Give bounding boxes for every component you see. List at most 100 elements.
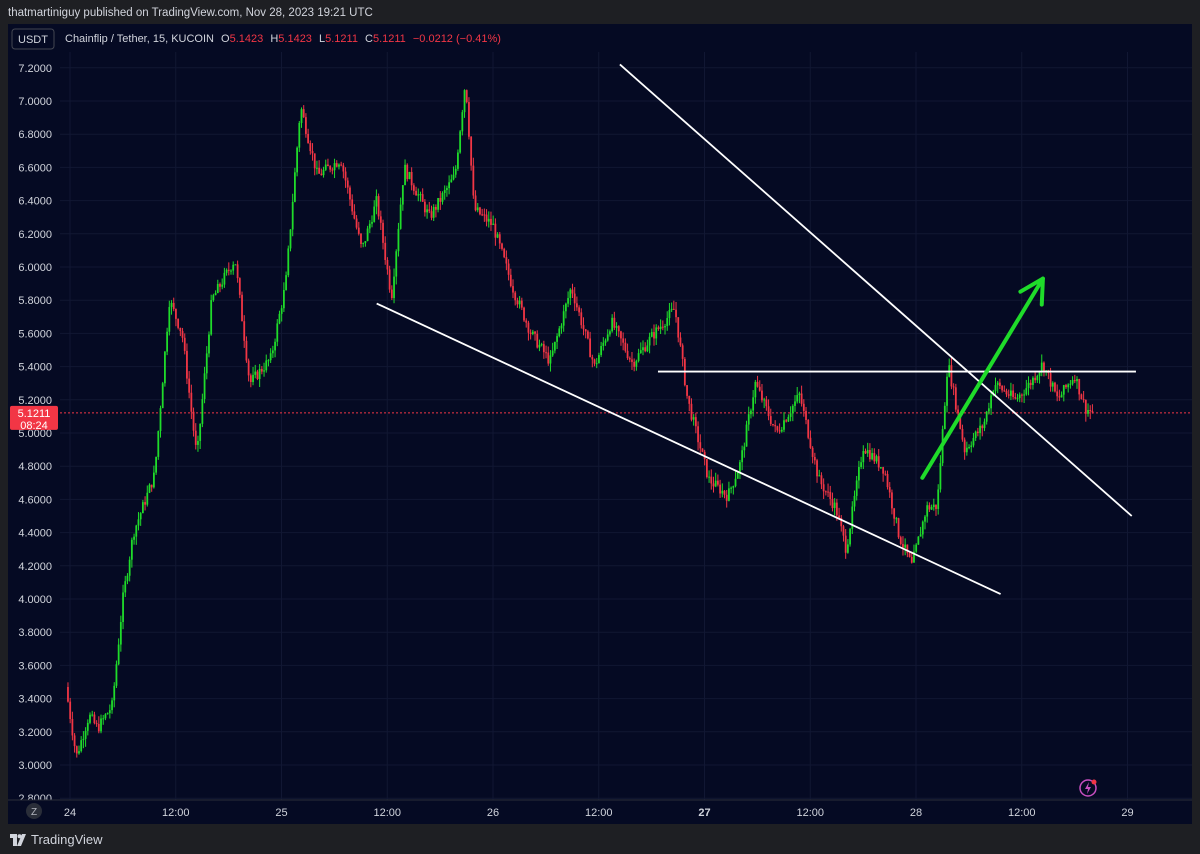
candle-body: [175, 308, 177, 319]
candle-body: [340, 164, 343, 166]
candle-body: [866, 450, 869, 454]
candle-body: [811, 447, 814, 457]
candle-body: [893, 508, 896, 519]
candle-body: [1051, 382, 1054, 387]
candle-body: [580, 312, 583, 326]
candle-body: [1080, 394, 1083, 400]
candle-body: [1036, 375, 1039, 381]
candle-body: [723, 490, 726, 495]
candle-body: [349, 187, 351, 200]
candle-body: [800, 393, 803, 404]
candle-body: [439, 197, 442, 202]
candle-body: [307, 133, 310, 143]
symbol-label: Chainflip / Tether, 15, KUCOIN: [65, 33, 214, 45]
candle-body: [155, 456, 157, 473]
price-tick-label: 3.0000: [18, 760, 52, 772]
candle-body: [622, 338, 625, 343]
candle-body: [970, 445, 973, 448]
candle-body: [1021, 394, 1023, 396]
candle-body: [602, 342, 605, 346]
candle-body: [644, 347, 647, 352]
candle-body: [111, 700, 113, 711]
price-tick-label: 6.8000: [18, 129, 52, 141]
candle-body: [219, 284, 221, 287]
candle-body: [137, 519, 140, 526]
candle-body: [829, 491, 832, 499]
candle-body: [862, 451, 865, 463]
candle-body: [364, 241, 367, 243]
candle-body: [595, 363, 598, 365]
candle-body: [368, 223, 371, 229]
change-value: −0.0212 (−0.41%): [413, 33, 501, 45]
candle-body: [780, 429, 783, 432]
candle-body: [860, 462, 862, 467]
candle-body: [232, 264, 235, 271]
candle-body: [855, 480, 858, 496]
candle-body: [249, 375, 252, 383]
candle-body: [243, 321, 246, 341]
candle-body: [633, 361, 636, 367]
candle-body: [100, 718, 102, 732]
candle-body: [752, 397, 755, 411]
candle-body: [1029, 382, 1032, 385]
candle-body: [926, 505, 929, 517]
candle-body: [397, 228, 400, 252]
price-chart[interactable]: 7.2000 7.0000 6.8000 6.6000 6.4000 6.2000 6.00…: [0, 0, 1200, 854]
candle-body: [802, 403, 805, 411]
candle-body: [631, 359, 633, 362]
candle-body: [827, 491, 829, 493]
candle-body: [197, 440, 199, 445]
candle-body: [293, 172, 296, 202]
candle-body: [628, 358, 631, 360]
candle-body: [379, 216, 382, 223]
candle-body: [895, 518, 898, 520]
candle-body: [542, 344, 545, 353]
candle-body: [675, 309, 677, 318]
candle-body: [375, 196, 378, 207]
tradingview-brand[interactable]: TradingView: [10, 832, 103, 847]
candle-body: [653, 332, 655, 339]
candle-body: [688, 395, 691, 404]
candle-body: [924, 516, 926, 522]
candle-body: [102, 718, 105, 720]
candle-body: [875, 456, 878, 462]
candle-body: [679, 337, 682, 346]
candle-body: [1007, 394, 1010, 396]
candle-body: [721, 490, 724, 494]
candle-body: [657, 327, 660, 329]
candle-body: [122, 592, 124, 623]
candle-body: [269, 353, 272, 361]
price-tick-label: 6.4000: [18, 196, 52, 208]
candle-body: [410, 171, 413, 186]
candle-body: [758, 386, 761, 391]
candle-body: [734, 478, 737, 487]
candle-body: [265, 360, 268, 371]
candle-body: [556, 336, 558, 342]
timezone-button[interactable]: Z: [26, 803, 42, 819]
candle-body: [591, 357, 594, 360]
price-axis[interactable]: 7.2000 7.0000 6.8000 6.6000 6.4000 6.2000 6.00…: [18, 63, 52, 805]
candle-body: [996, 382, 999, 386]
candle-body: [1067, 384, 1070, 388]
price-tick-label: 4.8000: [18, 461, 52, 473]
candle-body: [1084, 399, 1087, 414]
candle-body: [86, 722, 89, 731]
candle-body: [869, 450, 871, 460]
candle-body: [355, 218, 358, 228]
candle-body: [873, 453, 876, 462]
candle-body: [494, 223, 497, 238]
candle-body: [441, 192, 444, 202]
candle-body: [968, 447, 970, 449]
candle-body: [225, 269, 228, 273]
candle-body: [567, 298, 569, 304]
candle-body: [1001, 385, 1003, 391]
candle-body: [650, 332, 653, 337]
candle-body: [1023, 394, 1026, 396]
candle-body: [73, 735, 76, 747]
last-price-tag: 5.1211 08:24: [10, 405, 58, 432]
candle-body: [692, 417, 695, 420]
candle-body: [181, 331, 184, 338]
candle-body: [505, 257, 508, 264]
candle-body: [540, 344, 543, 346]
candle-body: [128, 559, 131, 576]
